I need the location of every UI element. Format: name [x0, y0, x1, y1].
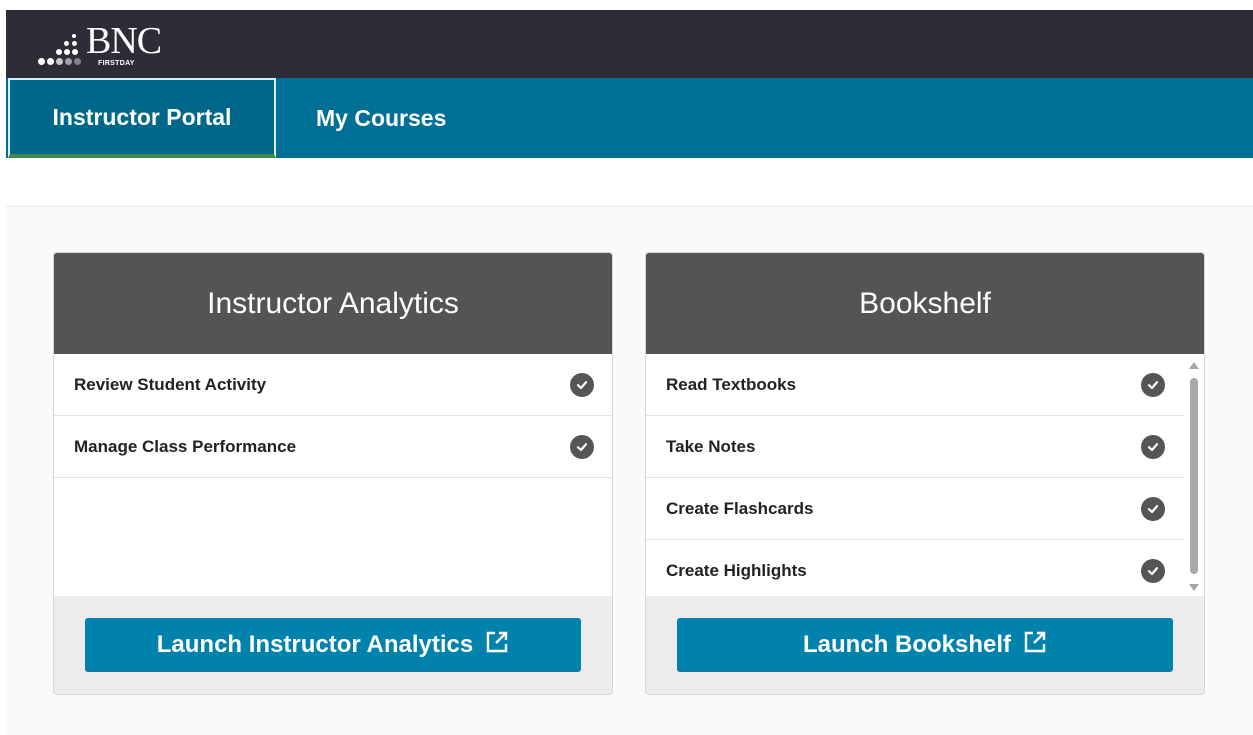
list-item: Manage Class Performance	[54, 416, 612, 478]
logo-subtext: FIRSTDAY	[98, 60, 135, 67]
check-circle-icon	[570, 434, 594, 459]
list-item-label: Create Highlights	[666, 560, 807, 580]
list-item-label: Take Notes	[666, 436, 756, 456]
card-footer: Launch Instructor Analytics	[54, 596, 612, 694]
list-item-label: Review Student Activity	[74, 374, 267, 394]
button-label: Launch Bookshelf	[802, 631, 1012, 658]
list-item: Review Student Activity	[54, 354, 612, 416]
feature-list: Read Textbooks Take Notes Create Flashca…	[646, 354, 1204, 597]
check-circle-icon	[1141, 496, 1165, 521]
bnc-firstday-logo[interactable]: BNC FIRSTDAY	[36, 20, 162, 70]
list-scrollbar[interactable]	[1184, 354, 1204, 597]
card-title: Bookshelf	[646, 253, 1204, 354]
list-item: Create Highlights	[646, 540, 1184, 597]
list-item: Take Notes	[646, 416, 1184, 478]
tab-instructor-portal[interactable]: Instructor Portal	[8, 78, 276, 158]
main-nav: Instructor Portal My Courses	[6, 78, 1253, 158]
card-footer: Launch Bookshelf	[646, 596, 1204, 694]
instructor-analytics-card: Instructor Analytics Review Student Acti…	[53, 252, 613, 695]
scrollbar-thumb[interactable]	[1190, 378, 1198, 574]
list-item-label: Read Textbooks	[666, 374, 797, 394]
logo-dots-icon	[36, 20, 88, 70]
check-circle-icon	[570, 372, 594, 397]
top-header-bar: BNC FIRSTDAY	[6, 10, 1253, 78]
list-item-label: Manage Class Performance	[74, 436, 297, 456]
list-item-label: Create Flashcards	[666, 498, 814, 518]
check-circle-icon	[1141, 434, 1165, 459]
check-circle-icon	[1141, 372, 1165, 397]
check-circle-icon	[1141, 558, 1165, 583]
button-label: Launch Instructor Analytics	[156, 631, 474, 658]
external-link-icon	[485, 630, 509, 661]
scroll-down-arrow-icon[interactable]	[1189, 584, 1199, 591]
launch-bookshelf-button[interactable]: Launch Bookshelf	[677, 618, 1173, 672]
external-link-icon	[1023, 630, 1047, 661]
card-title: Instructor Analytics	[54, 253, 612, 354]
launch-instructor-analytics-button[interactable]: Launch Instructor Analytics	[85, 618, 581, 672]
tab-my-courses[interactable]: My Courses	[316, 78, 446, 158]
scroll-up-arrow-icon[interactable]	[1189, 362, 1199, 369]
logo-text: BNC	[86, 20, 162, 62]
list-item: Create Flashcards	[646, 478, 1184, 540]
list-item: Read Textbooks	[646, 354, 1184, 416]
feature-list: Review Student Activity Manage Class Per…	[54, 354, 612, 597]
bookshelf-card: Bookshelf Read Textbooks Take Notes Crea…	[645, 252, 1205, 695]
